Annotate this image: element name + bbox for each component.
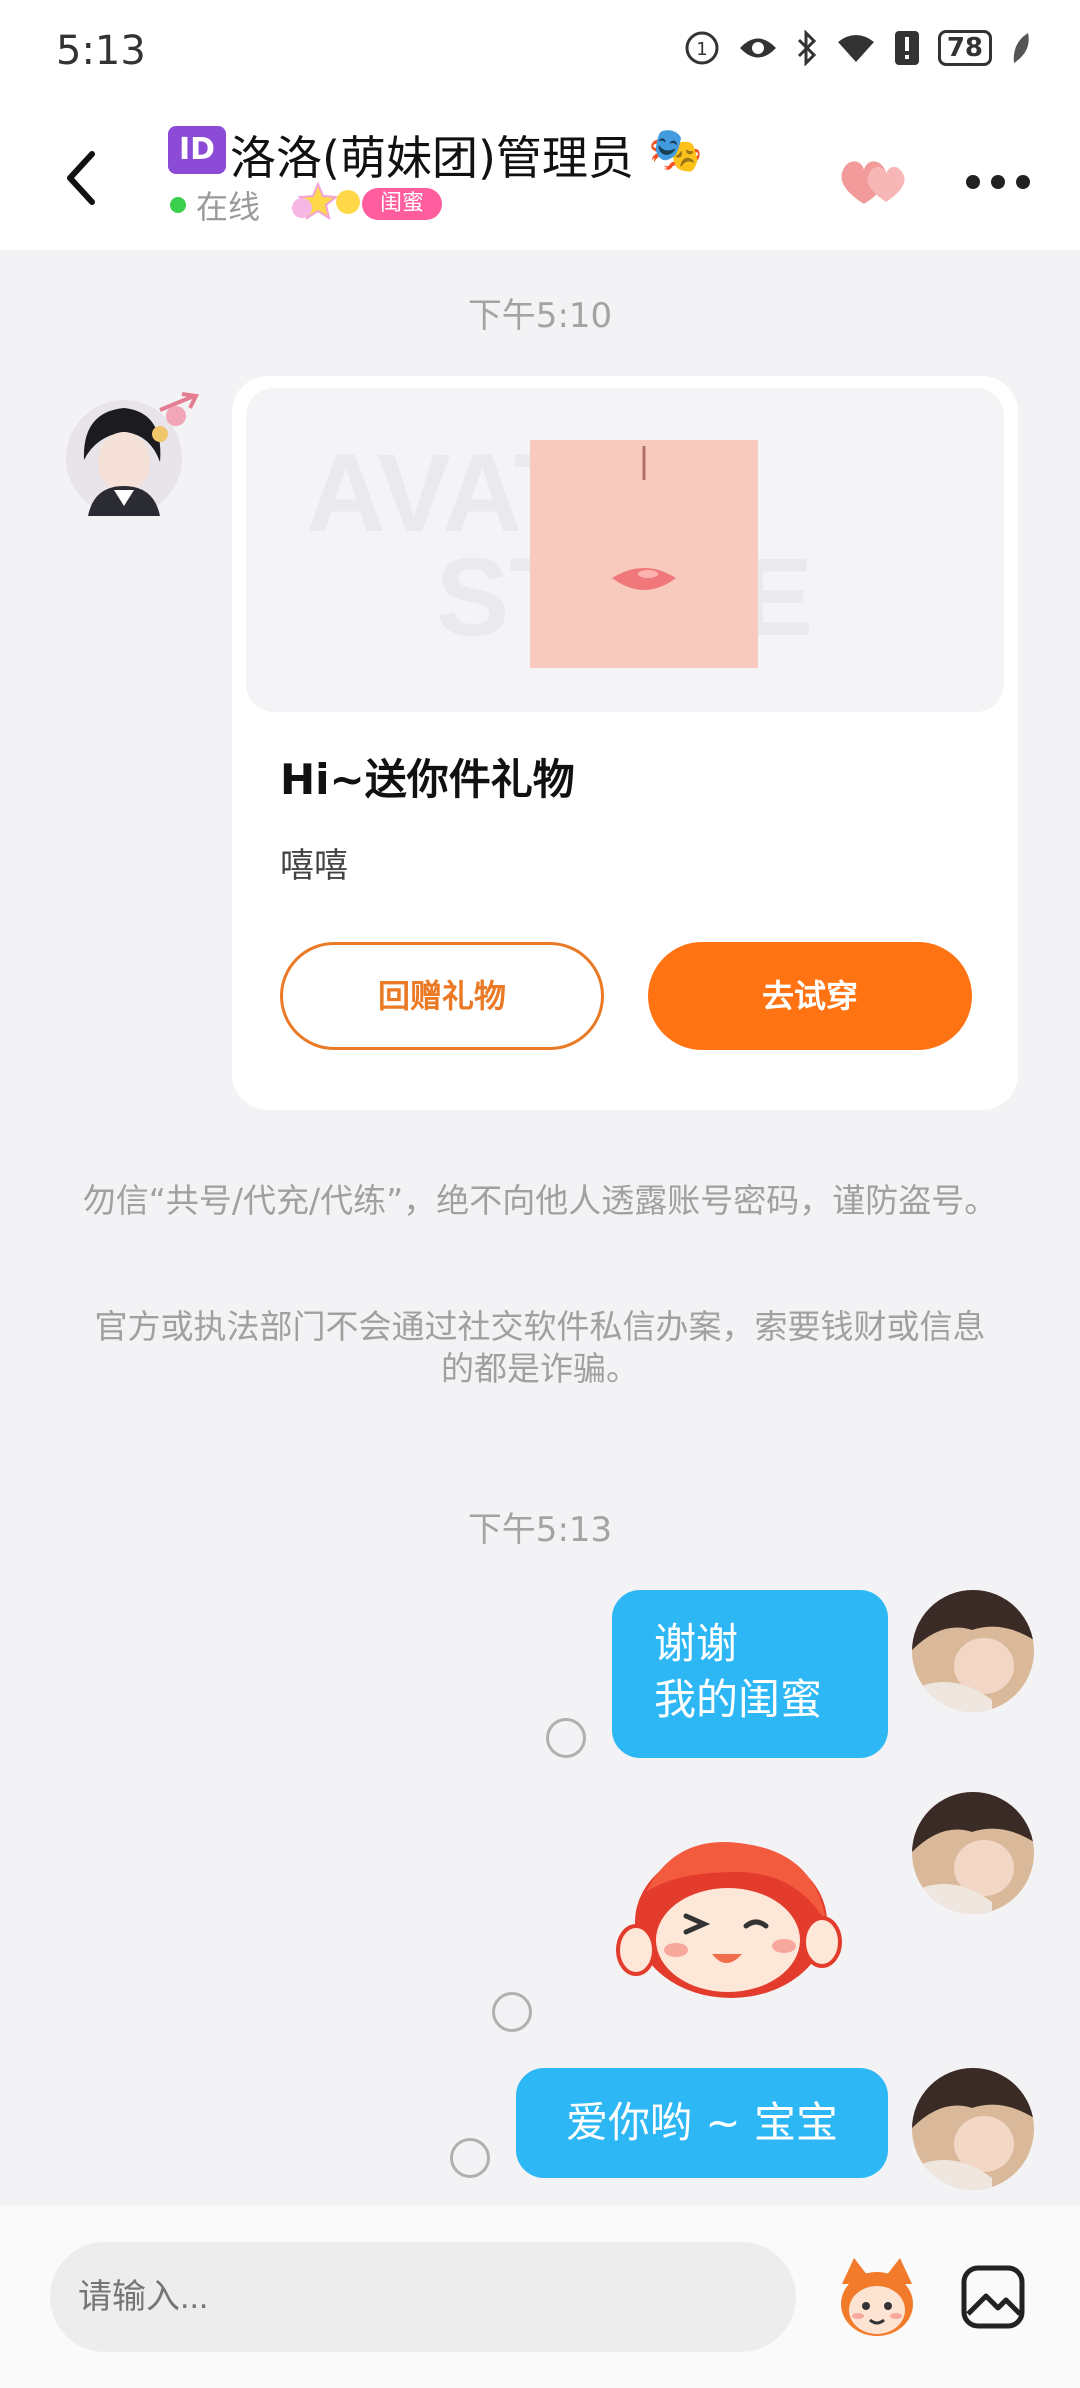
dot-icon (966, 175, 980, 189)
relation-badge: 闺蜜 (362, 188, 442, 220)
my-avatar[interactable] (912, 1792, 1034, 1914)
online-status: 在线 (196, 188, 261, 226)
star-badge-icon (292, 181, 360, 221)
message-line: 谢谢 (654, 1619, 739, 1668)
avatar-image (912, 2068, 1034, 2190)
gift-title: Hi~送你件礼物 (280, 755, 575, 804)
gift-card: AVATAR STORE Hi~送你件礼物 嘻嘻 回赠礼物 去试穿 (232, 376, 1018, 1110)
status-time: 5:13 (56, 28, 146, 74)
leaf-icon (1013, 33, 1029, 63)
eye-icon (739, 38, 776, 58)
dot-icon (1016, 175, 1030, 189)
message-timestamp: 下午5:13 (467, 1510, 613, 1550)
hearts-button[interactable] (836, 152, 916, 212)
my-avatar[interactable] (912, 1590, 1034, 1712)
image-picker-button[interactable] (960, 2264, 1026, 2330)
status-icons: 1 78 (684, 30, 1032, 66)
read-status-icon (492, 1992, 532, 2032)
contact-avatar[interactable] (64, 390, 204, 520)
sim-icon: 1 (685, 31, 719, 65)
gift-banner: AVATAR STORE (246, 388, 1004, 712)
avatar-image (912, 1792, 1034, 1914)
performing-arts-icon: 🎭 (648, 125, 703, 176)
message-line: 我的闺蜜 (654, 1675, 823, 1724)
my-avatar[interactable] (912, 2068, 1034, 2190)
read-status-icon (450, 2138, 490, 2178)
input-bar (0, 2206, 1080, 2388)
sticker-picker-button[interactable] (832, 2254, 922, 2340)
gift-subtitle: 嘻嘻 (280, 846, 348, 886)
id-badge-icon: ID (168, 126, 226, 174)
avatar-image (912, 1590, 1034, 1712)
read-status-icon (546, 1718, 586, 1758)
sent-message-bubble[interactable]: 谢谢 我的闺蜜 (612, 1590, 888, 1758)
bluetooth-icon (797, 30, 816, 66)
gift-preview-image[interactable] (530, 440, 758, 668)
fraud-notice: 官方或执法部门不会通过社交软件私信办案，索要钱财或信息的都是诈骗。 (94, 1307, 986, 1388)
cartoon-sticker-icon (616, 1842, 842, 1998)
message-timestamp: 下午5:10 (467, 296, 613, 336)
face-item-icon (530, 440, 758, 668)
more-options-button[interactable] (966, 170, 1030, 194)
back-button[interactable] (58, 148, 108, 208)
alert-icon (894, 31, 919, 65)
battery-icon: 78 (937, 30, 992, 66)
sticker-message[interactable] (616, 1832, 842, 2002)
wifi-icon (837, 35, 874, 62)
dot-icon (991, 175, 1005, 189)
message-input[interactable] (50, 2242, 796, 2352)
try-on-button[interactable]: 去试穿 (648, 942, 972, 1050)
sent-message-bubble[interactable]: 爱你哟 ~ 宝宝 (516, 2068, 888, 2178)
return-gift-button[interactable]: 回赠礼物 (280, 942, 604, 1050)
online-indicator (170, 197, 186, 213)
contact-name: 洛洛(萌妹团)管理员 (230, 131, 634, 185)
security-notice: 勿信“共号/代充/代练”，绝不向他人透露账号密码，谨防盗号。 (82, 1181, 998, 1220)
svg-text:1: 1 (696, 39, 707, 60)
chat-header: ID 洛洛(萌妹团)管理员 🎭 在线 闺蜜 (0, 110, 1080, 250)
status-bar: 5:13 1 78 (0, 0, 1080, 110)
